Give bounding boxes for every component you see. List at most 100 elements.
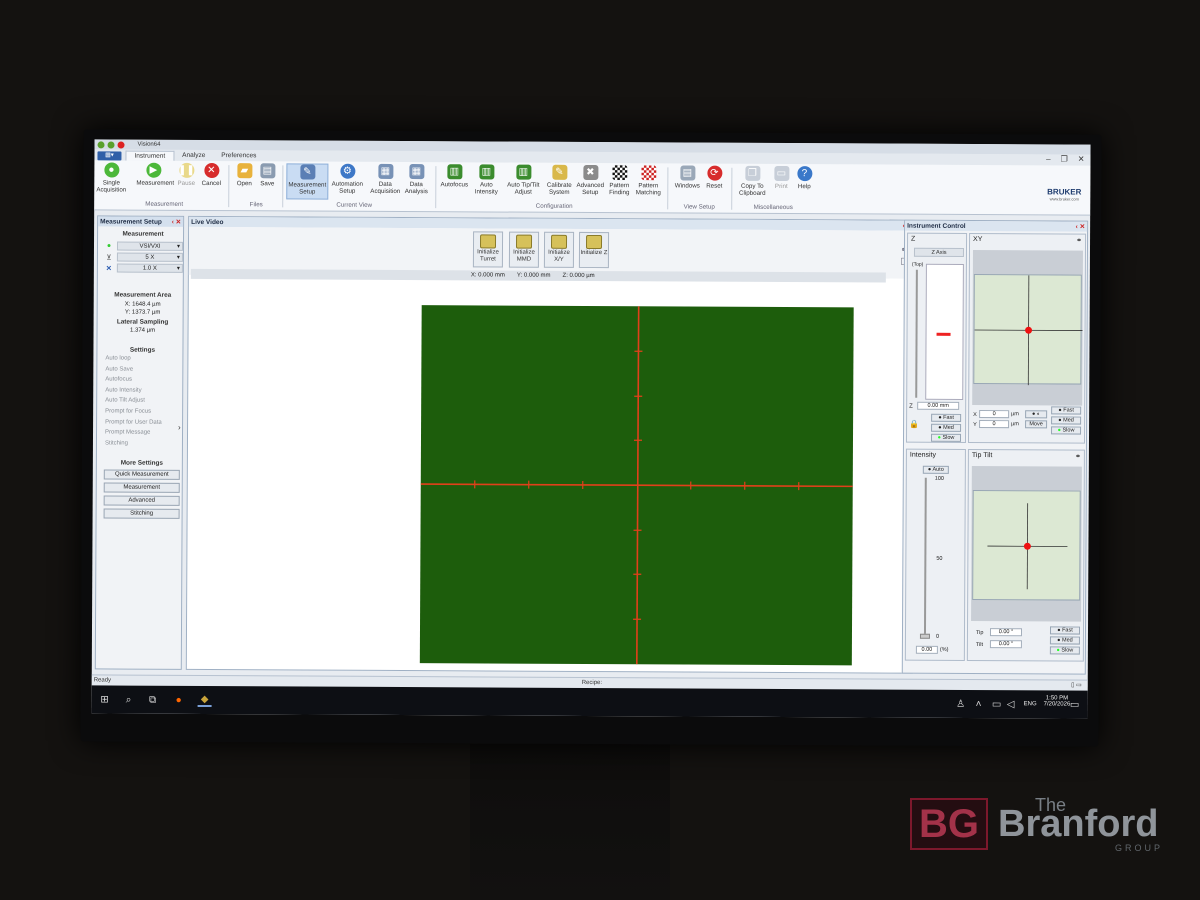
tilt-value-field[interactable]: 0.00 ° (989, 640, 1022, 649)
lock-icon[interactable]: 🔒 (909, 420, 919, 429)
automation-setup-button[interactable]: ⚙ Automation Setup (330, 163, 364, 195)
data-acquisition-button[interactable]: ▦ Data Acquisition (368, 163, 402, 195)
setting-item[interactable]: Stitching (102, 438, 182, 449)
calibrate-system-button[interactable]: ✎ Calibrate System (544, 164, 574, 196)
initialize-xy-button[interactable]: Initialize X/Y (543, 231, 575, 268)
stitching-button[interactable]: Stitching (103, 508, 180, 519)
measurement-button[interactable]: ▶ Measurement (136, 162, 174, 187)
pause-button[interactable]: ❚❚ Pause (175, 162, 197, 187)
quick-measurement-button[interactable]: Quick Measurement (103, 469, 180, 480)
y-value-field[interactable]: 0 (979, 420, 1010, 429)
z-icon (585, 234, 603, 250)
open-button[interactable]: ▰ Open (232, 163, 256, 187)
area-y: Y: 1373.7 µm (124, 309, 161, 316)
qa-green-icon[interactable] (97, 140, 105, 148)
pattern-matching-button[interactable]: Pattern Matching (633, 165, 663, 196)
notification-icon[interactable]: ▭ (1068, 697, 1082, 711)
print-button[interactable]: ▭ Print (769, 165, 793, 190)
xy-settings-icon[interactable]: ⚭ (1076, 237, 1082, 245)
collapse-icon[interactable]: › (178, 423, 184, 437)
live-video-feed[interactable] (419, 305, 854, 666)
close-icon[interactable]: ✕ (1078, 155, 1085, 164)
network-icon[interactable]: ▭ (990, 697, 1004, 711)
measurement-setup-button[interactable]: ✎ Measurement Setup (286, 163, 329, 200)
setting-item[interactable]: Auto Intensity (102, 385, 182, 396)
save-button[interactable]: ▤ Save (255, 163, 279, 187)
setting-item[interactable]: Autofocus (102, 375, 182, 386)
zoom-select[interactable]: 1.0 X (116, 263, 183, 273)
tiptilt-settings-icon[interactable]: ⚭ (1075, 453, 1081, 461)
z-slider-track[interactable] (915, 269, 918, 398)
intensity-value-field[interactable]: 0.00 (915, 645, 938, 654)
advanced-button[interactable]: Advanced (103, 495, 180, 506)
help-button[interactable]: ? Help (792, 166, 816, 190)
reset-button[interactable]: ⟳ Reset (701, 165, 727, 190)
mode-select[interactable]: VSI/VXI (116, 241, 184, 251)
setting-item[interactable]: Auto Tilt Adjust (102, 396, 182, 407)
intensity-auto-button[interactable]: Auto (922, 465, 949, 474)
xy-toggle-icon[interactable]: ● ◐ (1025, 410, 1048, 419)
tt-fast-button[interactable]: Fast (1049, 626, 1081, 635)
tab-preferences[interactable]: Preferences (213, 151, 264, 161)
volume-icon[interactable]: ◁ (1004, 697, 1018, 711)
setting-item[interactable]: Prompt Message (102, 428, 182, 439)
auto-tip-tilt-button[interactable]: ▥ Auto Tip/Tilt Adjust (504, 164, 542, 196)
objective-select[interactable]: 5 X (116, 252, 183, 262)
language-indicator[interactable]: ENG (1024, 701, 1037, 707)
clock[interactable]: 1:50 PM 7/20/2026 (1044, 695, 1071, 707)
tab-instrument[interactable]: Instrument (125, 150, 175, 161)
cancel-button[interactable]: ✕ Cancel (199, 162, 223, 187)
z-slow-button[interactable]: Slow (930, 433, 962, 442)
setting-item[interactable]: Auto Save (102, 364, 182, 375)
single-acquisition-button[interactable]: ● Single Acquisition (96, 162, 126, 194)
z-axis-select[interactable]: Z Axis (913, 247, 965, 257)
pattern-finding-button[interactable]: Pattern Finding (605, 165, 633, 196)
auto-intensity-button[interactable]: ▥ Auto Intensity (471, 164, 501, 196)
x-value-field[interactable]: 0 (979, 410, 1010, 419)
setting-item[interactable]: Prompt for User Data (102, 417, 182, 428)
z-value-field[interactable]: 0.00 mm (917, 401, 960, 410)
intensity-slider-track[interactable] (923, 477, 927, 638)
tiptilt-grid[interactable] (972, 489, 1081, 601)
vision64-taskbar-icon[interactable]: ◆ (197, 692, 212, 708)
qa-green-icon-2[interactable] (107, 140, 115, 149)
firefox-icon[interactable]: ● (172, 693, 186, 707)
setting-item[interactable]: Auto loop (102, 353, 182, 364)
setting-item[interactable]: Prompt for Focus (102, 406, 182, 417)
task-view-icon[interactable]: ⧉ (146, 693, 160, 707)
data-analysis-button[interactable]: ▦ Data Analysis (402, 164, 430, 195)
move-button[interactable]: Move (1025, 420, 1048, 429)
more-settings-header: More Settings (120, 459, 164, 467)
initialize-mmd-button[interactable]: Initialize MMD (508, 231, 540, 268)
tip-value-field[interactable]: 0.00 ° (989, 628, 1023, 637)
xy-fast-button[interactable]: Fast (1051, 406, 1082, 415)
z-fast-button[interactable]: Fast (931, 413, 962, 422)
tray-chevron-icon[interactable]: ˄ (972, 697, 986, 711)
windows-button[interactable]: ▤ Windows (670, 165, 704, 190)
xy-med-button[interactable]: Med (1051, 416, 1082, 425)
instrument-close-icon[interactable]: ‹ ✕ (1076, 223, 1087, 231)
xy-grid[interactable] (973, 274, 1083, 386)
intensity-slider-thumb[interactable] (919, 633, 930, 639)
copy-clipboard-button[interactable]: ❐ Copy To Clipboard (732, 165, 772, 197)
tt-slow-button[interactable]: Slow (1049, 646, 1080, 655)
initialize-z-button[interactable]: Initialize Z (578, 231, 610, 269)
tab-analyze[interactable]: Analyze (174, 151, 213, 161)
brand-url: www.bruker.com (1049, 196, 1079, 202)
initialize-turret-button[interactable]: Initialize Turret (472, 231, 504, 268)
panel-close-icon[interactable]: ‹ ✕ (172, 218, 183, 226)
app-menu-button[interactable]: ▦▾ (97, 151, 122, 161)
people-icon[interactable]: ♙ (954, 697, 968, 711)
search-icon[interactable]: ⌕ (122, 693, 136, 707)
qa-red-icon[interactable] (117, 141, 125, 149)
status-icons: ▯ ▭ (1071, 682, 1082, 689)
tt-med-button[interactable]: Med (1049, 636, 1080, 645)
restore-icon[interactable]: ❐ (1061, 154, 1068, 163)
z-med-button[interactable]: Med (931, 423, 962, 432)
minimize-icon[interactable]: – (1046, 154, 1051, 163)
advanced-setup-button[interactable]: ✖ Advanced Setup (575, 164, 605, 196)
xy-slow-button[interactable]: Slow (1051, 426, 1082, 435)
windows-start-icon[interactable]: ⊞ (98, 692, 112, 706)
measurement-settings-button[interactable]: Measurement (103, 482, 180, 493)
autofocus-button[interactable]: ▥ Autofocus (438, 164, 470, 188)
